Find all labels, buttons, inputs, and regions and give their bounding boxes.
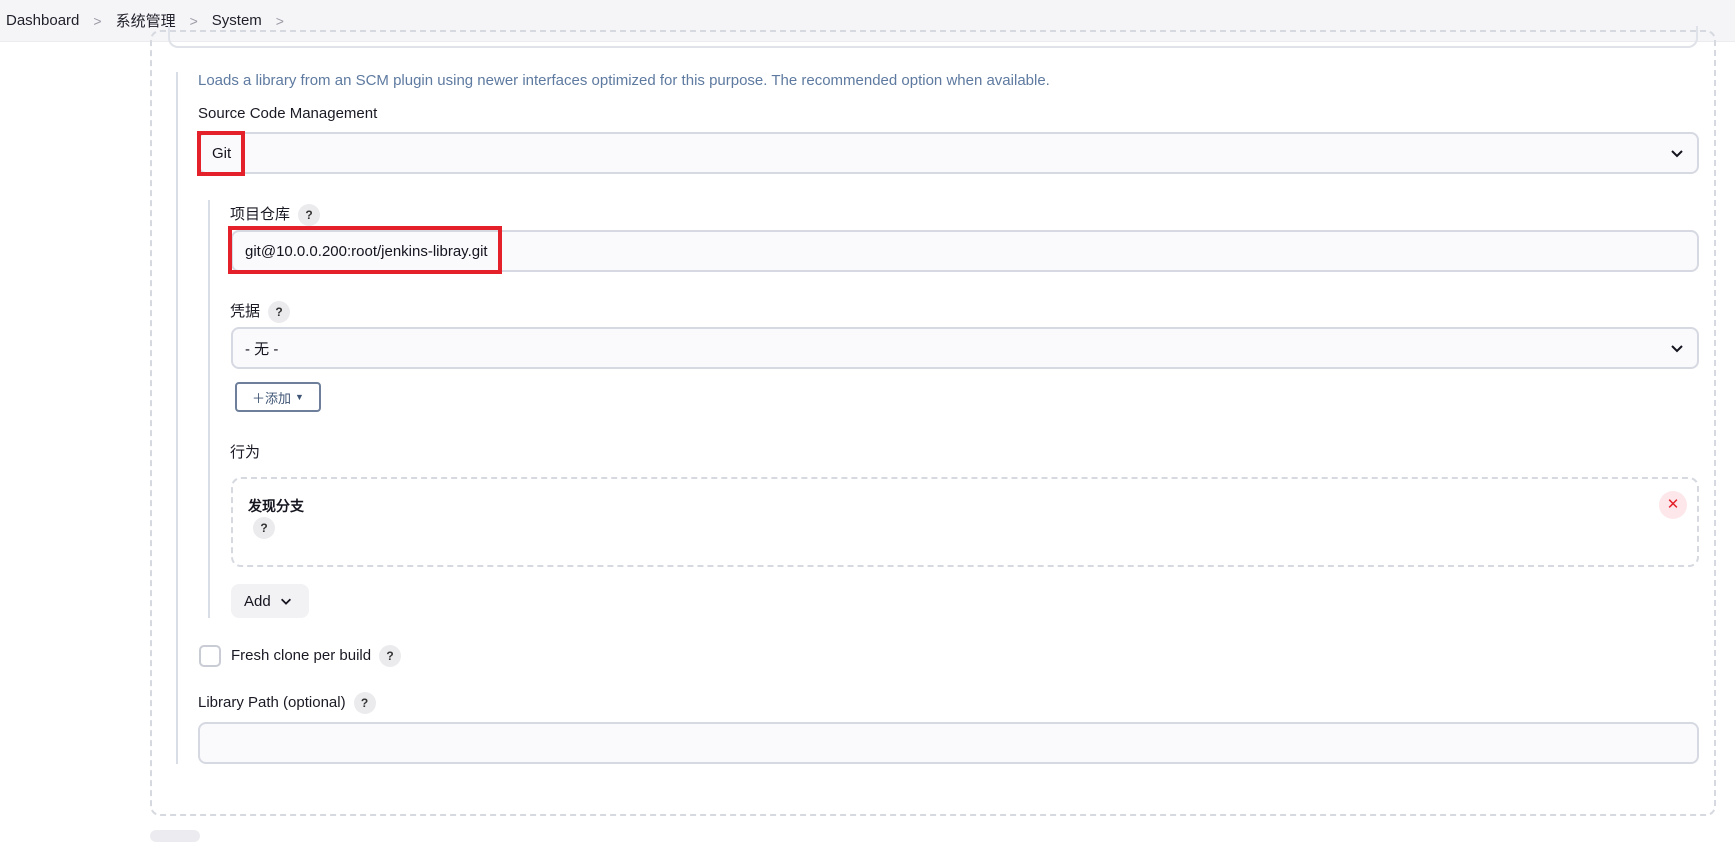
behaviors-label: 行为 <box>230 444 261 461</box>
credentials-selected-value: - 无 - <box>245 340 279 358</box>
help-icon[interactable]: ? <box>253 517 275 539</box>
chevron-down-icon <box>1671 345 1683 353</box>
repo-label-text: 项目仓库 <box>230 206 291 223</box>
scm-section-line <box>176 72 178 764</box>
scm-description: Loads a library from an SCM plugin using… <box>198 72 1050 89</box>
fresh-clone-label-row: Fresh clone per build? <box>231 645 402 667</box>
git-section-line <box>208 200 210 618</box>
scm-label: Source Code Management <box>198 105 378 122</box>
add-credentials-label: ＋添加 <box>252 390 292 406</box>
bottom-button-partial[interactable] <box>150 830 200 842</box>
caret-down-icon: ▼ <box>295 392 304 402</box>
credentials-select[interactable]: - 无 - <box>231 327 1699 369</box>
help-icon[interactable]: ? <box>298 204 321 227</box>
library-path-label-row: Library Path (optional)? <box>198 692 376 714</box>
library-path-label: Library Path (optional) <box>198 693 346 711</box>
breadcrumb-dashboard[interactable]: Dashboard <box>6 12 79 29</box>
chevron-down-icon <box>1671 150 1683 158</box>
close-icon[interactable]: ✕ <box>1659 491 1687 519</box>
help-icon[interactable]: ? <box>353 692 376 714</box>
scm-select[interactable]: Git <box>198 132 1699 174</box>
previous-field-bottom <box>168 26 1698 48</box>
highlight-box-repo <box>228 226 502 274</box>
library-path-input[interactable] <box>198 722 1699 764</box>
behavior-item: 发现分支 ? ✕ <box>231 477 1699 567</box>
help-icon[interactable]: ? <box>379 645 402 667</box>
highlight-box-git <box>197 131 245 176</box>
add-behavior-label: Add <box>244 592 271 610</box>
chevron-down-icon <box>280 598 291 605</box>
fresh-clone-checkbox[interactable] <box>199 645 221 667</box>
breadcrumb-system-management[interactable]: 系统管理 <box>116 10 176 31</box>
add-behavior-button[interactable]: Add <box>231 584 309 618</box>
help-icon[interactable]: ? <box>268 301 291 324</box>
behavior-title: 发现分支 <box>248 498 304 514</box>
credentials-label-text: 凭据 <box>230 303 261 320</box>
credentials-label: 凭据? <box>230 300 291 324</box>
add-credentials-button[interactable]: ＋添加 ▼ <box>235 382 321 412</box>
chevron-right-icon[interactable]: > <box>93 13 101 29</box>
repo-label: 项目仓库? <box>230 203 321 227</box>
fresh-clone-label[interactable]: Fresh clone per build <box>231 647 371 664</box>
